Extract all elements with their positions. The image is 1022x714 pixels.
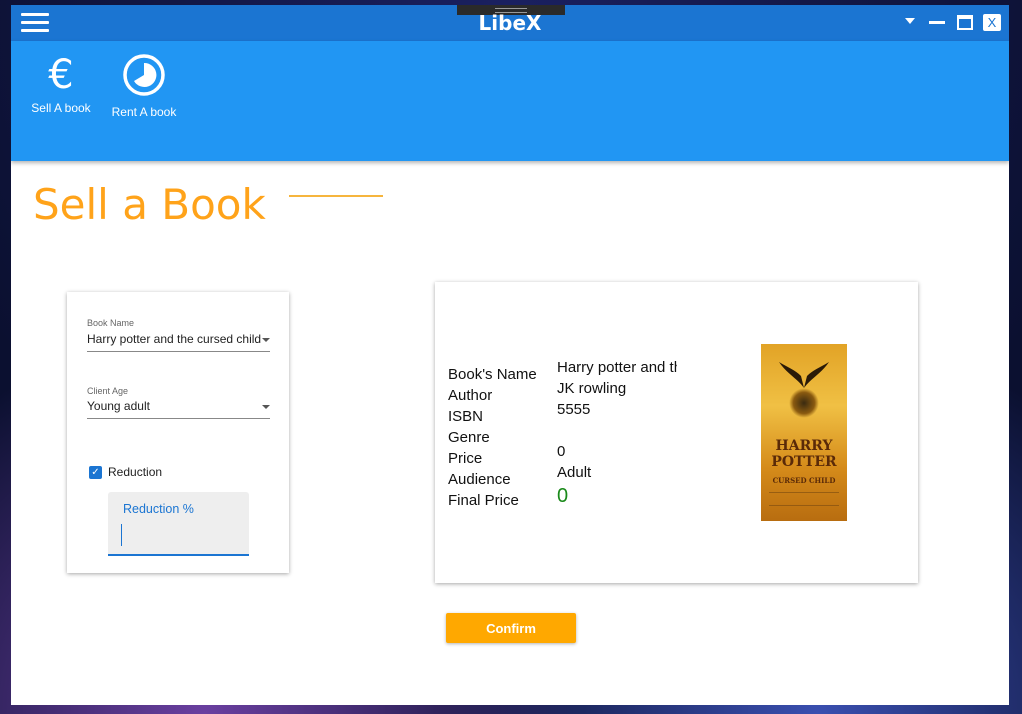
rent-book-button[interactable]: Rent A book bbox=[109, 53, 179, 119]
genre-info-label: Genre bbox=[448, 429, 490, 446]
dropdown-arrow-icon bbox=[262, 405, 270, 409]
isbn-info-value: 5555 bbox=[557, 401, 591, 418]
cover-title-line1: HARRY bbox=[775, 438, 833, 454]
rent-book-label: Rent A book bbox=[111, 105, 177, 119]
client-age-value: Young adult bbox=[87, 399, 150, 413]
dropdown-arrow-icon bbox=[262, 338, 270, 342]
isbn-info-label: ISBN bbox=[448, 408, 484, 425]
price-info-label: Price bbox=[448, 450, 483, 467]
minimize-icon[interactable] bbox=[929, 21, 945, 24]
client-age-select[interactable]: Young adult bbox=[87, 395, 270, 419]
cover-title: HARRY POTTER bbox=[761, 438, 847, 470]
sell-book-label: Sell A book bbox=[31, 101, 91, 115]
reduction-label: Reduction bbox=[108, 465, 163, 479]
clock-icon bbox=[123, 54, 165, 96]
confirm-button[interactable]: Confirm bbox=[446, 613, 576, 643]
maximize-icon[interactable] bbox=[957, 15, 973, 30]
book-name-label: Book Name bbox=[87, 318, 135, 328]
tab-close-icon[interactable]: × bbox=[371, 161, 378, 191]
final-price-info-value: 0 bbox=[557, 485, 569, 507]
sell-form-card: Book Name Harry potter and the cursed ch… bbox=[67, 292, 289, 573]
cover-text-block bbox=[769, 492, 839, 506]
tab-sell-book-active[interactable]: Sell a Book × bbox=[289, 161, 383, 197]
final-price-info-label: Final Price bbox=[448, 492, 519, 509]
info-labels: Book's Name Author ISBN Genre Price Audi… bbox=[448, 364, 537, 511]
chevron-down-icon[interactable] bbox=[905, 18, 915, 24]
audience-info-label: Audience bbox=[448, 471, 511, 488]
cover-swirl bbox=[789, 388, 819, 418]
price-info-value: 0 bbox=[557, 443, 566, 460]
genre-info-value bbox=[557, 420, 677, 441]
app-window: LibeX X € Sell A book Rent A book Welcom… bbox=[11, 5, 1009, 705]
info-values: Harry potter and the cursed child JK row… bbox=[557, 357, 677, 509]
sell-book-button[interactable]: € Sell A book bbox=[29, 53, 93, 115]
book-info-card: Book's Name Author ISBN Genre Price Audi… bbox=[435, 282, 918, 583]
tab-close-icon[interactable]: × bbox=[277, 161, 284, 191]
page-title: Sell a Book bbox=[33, 180, 266, 229]
text-caret bbox=[121, 524, 122, 546]
reduction-percent-label: Reduction % bbox=[123, 502, 194, 516]
book-name-select[interactable]: Harry potter and the cursed child bbox=[87, 328, 270, 352]
wings-icon bbox=[779, 362, 829, 388]
reduction-percent-input[interactable]: Reduction % bbox=[108, 492, 249, 556]
book-cover-image: HARRY POTTER CURSED CHILD bbox=[761, 344, 847, 521]
audience-info-value: Adult bbox=[557, 464, 592, 481]
cover-title-line2: POTTER bbox=[771, 454, 837, 470]
ribbon-toolbar: € Sell A book Rent A book Welcome × Sell… bbox=[11, 41, 1009, 197]
app-title: LibeX bbox=[478, 11, 542, 35]
book-name-info-label: Book's Name bbox=[448, 366, 537, 383]
euro-icon: € bbox=[48, 52, 74, 98]
cover-subtitle: CURSED CHILD bbox=[772, 476, 836, 485]
reduction-checkbox-row[interactable]: ✓ Reduction bbox=[89, 465, 162, 479]
title-bar[interactable]: LibeX X bbox=[11, 5, 1009, 41]
book-name-info-value: Harry potter and the cursed child bbox=[557, 359, 677, 376]
tab-label: Sell a Book bbox=[297, 169, 365, 183]
close-icon[interactable]: X bbox=[983, 14, 1001, 31]
author-info-label: Author bbox=[448, 387, 493, 404]
book-name-value: Harry potter and the cursed child bbox=[87, 332, 262, 346]
reduction-checkbox[interactable]: ✓ bbox=[89, 465, 102, 479]
author-info-value: JK rowling bbox=[557, 380, 627, 397]
